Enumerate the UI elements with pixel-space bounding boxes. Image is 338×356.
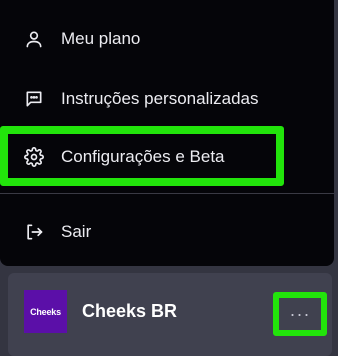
avatar: Cheeks [24,290,67,333]
menu-item-my-plan[interactable]: Meu plano [0,14,334,64]
menu-item-custom-instructions[interactable]: Instruções personalizadas [0,74,334,124]
highlight-box [0,126,284,186]
menu-item-label: Instruções personalizadas [61,89,259,108]
menu-item-label: Meu plano [61,29,141,48]
chat-icon [23,88,45,110]
account-footer[interactable]: Cheeks Cheeks BR ··· [8,273,332,356]
user-name: Cheeks BR [82,301,178,321]
user-icon [23,28,45,50]
menu-item-label: Sair [61,222,92,241]
more-options-button[interactable]: ··· [273,292,327,336]
divider [0,193,334,194]
logout-icon [23,221,45,243]
menu-item-logout[interactable]: Sair [0,207,334,257]
account-menu: Meu plano Instruções personalizadas Conf… [0,0,334,266]
